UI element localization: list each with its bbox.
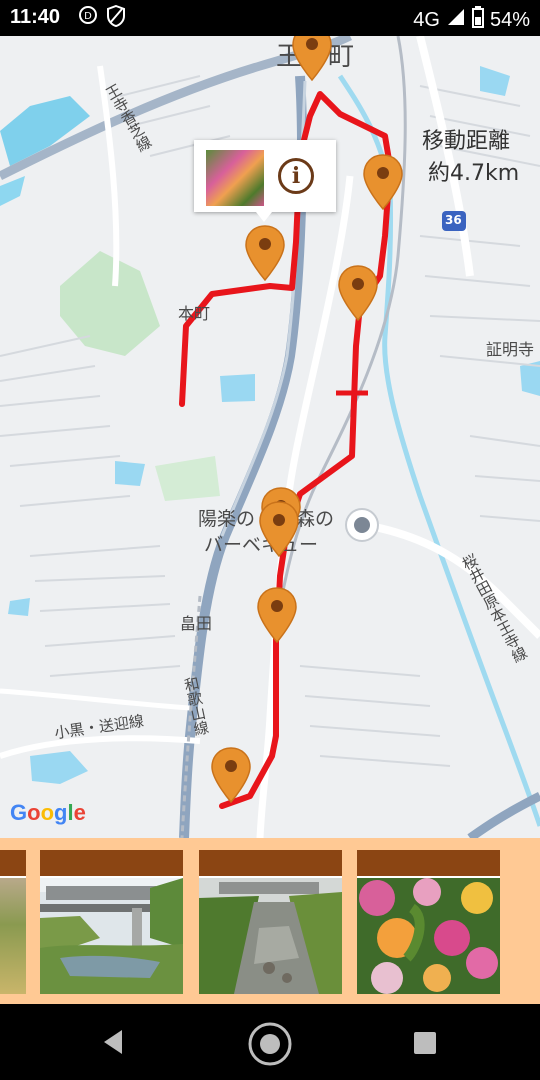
photo-card-header [40, 850, 183, 876]
photo-card-partial[interactable] [0, 850, 26, 994]
photo-pin[interactable] [291, 36, 333, 82]
pond [115, 461, 145, 486]
photo-card-station[interactable] [40, 850, 183, 994]
battery-icon [471, 6, 484, 34]
pond [30, 751, 88, 784]
info-icon[interactable]: i [278, 158, 314, 194]
photo-thumbnail[interactable] [199, 878, 342, 994]
map-label-shomeiji: 証明寺 [486, 340, 535, 359]
route-36-label: 36 [445, 213, 462, 227]
status-bar: 11:40 D 4G 54% [0, 0, 540, 36]
photo-card-header [199, 850, 342, 876]
photo-pin[interactable] [337, 264, 379, 322]
status-time: 11:40 [10, 6, 61, 28]
river [0, 176, 25, 206]
pond [220, 374, 255, 402]
distance-label: 移動距離 [422, 129, 511, 154]
recents-icon[interactable] [412, 1030, 438, 1056]
pond [480, 66, 510, 96]
map-label-hatakeda: 畠田 [180, 614, 213, 633]
photo-pin[interactable] [256, 586, 298, 644]
road [369, 522, 540, 639]
highway-road [467, 791, 540, 838]
road [0, 735, 201, 759]
photo-pin-selected[interactable] [244, 224, 286, 282]
photo-thumbnail[interactable] [357, 878, 500, 994]
photo-thumbnail[interactable] [0, 878, 26, 994]
map-label-youraku-1: 陽楽の [198, 508, 256, 530]
map-label-honmachi: 本町 [178, 304, 211, 323]
pond [8, 598, 30, 616]
photo-card-flowers[interactable] [357, 850, 500, 994]
network-type: 4G [413, 8, 440, 31]
svg-text:D: D [84, 11, 92, 22]
route-map[interactable]: 王寺町 王寺香芝線 本町 陽楽の 森の バーベキュー 畠田 和歌山線 小黒・送迎… [0, 36, 540, 838]
distance-value: 約4.7km [428, 161, 520, 186]
road [0, 688, 191, 711]
photo-gallery[interactable] [0, 838, 540, 1004]
river-line [382, 185, 540, 827]
shield-icon [106, 4, 126, 33]
info-window-pointer [256, 212, 272, 222]
system-navigation-bar [0, 1004, 540, 1080]
photo-pin[interactable] [258, 500, 300, 558]
distance-panel: 移動距離 約4.7km [422, 126, 519, 190]
back-icon[interactable] [100, 1022, 128, 1062]
photo-pin[interactable] [210, 746, 252, 804]
photo-card-river[interactable] [199, 850, 342, 994]
photo-pin[interactable] [362, 153, 404, 211]
info-window-thumbnail[interactable] [206, 150, 264, 206]
park-area [155, 456, 220, 501]
signal-icon [446, 7, 466, 33]
photo-thumbnail[interactable] [40, 878, 183, 994]
google-logo-g: G [10, 800, 28, 825]
photo-card-header [0, 850, 26, 876]
photo-info-window[interactable]: i [194, 140, 336, 222]
battery-percent: 54% [489, 8, 530, 31]
home-icon[interactable] [246, 1020, 294, 1068]
data-saver-icon: D [78, 5, 98, 31]
google-logo: Google [10, 800, 86, 825]
photo-card-header [357, 850, 500, 876]
